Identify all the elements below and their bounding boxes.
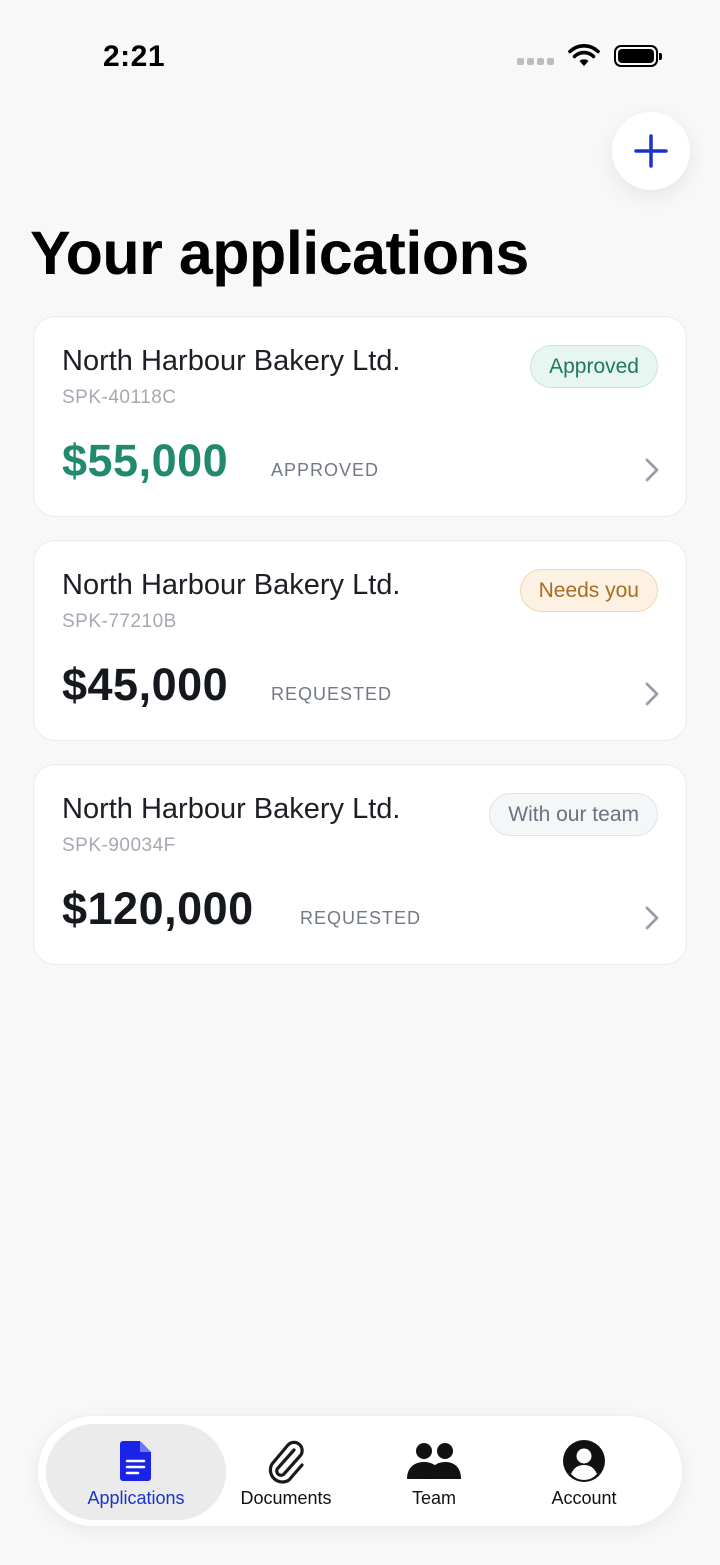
- paperclip-icon: [264, 1438, 308, 1484]
- business-name: North Harbour Bakery Ltd.: [62, 569, 401, 601]
- status-badge: Needs you: [519, 569, 658, 612]
- bottom-tab-bar: Applications Documents Team Account: [37, 1415, 683, 1527]
- business-name: North Harbour Bakery Ltd.: [62, 793, 401, 825]
- tab-label: Documents: [240, 1488, 332, 1508]
- application-reference: SPK-77210B: [62, 611, 177, 632]
- chevron-right-icon: [645, 906, 659, 930]
- cellular-signal-icon: [517, 57, 554, 65]
- status-time: 2:21: [103, 40, 166, 73]
- application-card[interactable]: North Harbour Bakery Ltd. SPK-40118C App…: [33, 316, 687, 517]
- amount: $55,000: [62, 435, 229, 486]
- amount-label: APPROVED: [271, 460, 380, 480]
- tab-account[interactable]: Account: [494, 1424, 674, 1520]
- tab-label: Account: [551, 1488, 617, 1508]
- tab-label: Team: [411, 1488, 456, 1508]
- status-badge: Approved: [530, 345, 658, 388]
- status-indicators: [517, 44, 662, 68]
- account-icon: [562, 1438, 606, 1484]
- add-application-button[interactable]: [612, 112, 690, 190]
- document-icon: [118, 1438, 154, 1484]
- amount-label: REQUESTED: [271, 684, 393, 704]
- battery-icon: [614, 45, 662, 67]
- business-name: North Harbour Bakery Ltd.: [62, 345, 401, 377]
- wifi-icon: [568, 44, 600, 66]
- chevron-right-icon: [645, 458, 659, 482]
- people-icon: [405, 1438, 463, 1484]
- application-reference: SPK-90034F: [62, 835, 176, 856]
- tab-label: Applications: [87, 1488, 185, 1508]
- application-reference: SPK-40118C: [62, 387, 177, 408]
- amount-label: REQUESTED: [300, 908, 422, 928]
- applications-screen: 2:21 Your applications North Harbour Bak…: [0, 0, 720, 1565]
- amount: $120,000: [62, 883, 254, 934]
- page-title: Your applications: [30, 219, 529, 287]
- application-card[interactable]: North Harbour Bakery Ltd. SPK-77210B Nee…: [33, 540, 687, 741]
- amount: $45,000: [62, 659, 229, 710]
- status-badge: With our team: [489, 793, 658, 836]
- application-card[interactable]: North Harbour Bakery Ltd. SPK-90034F Wit…: [33, 764, 687, 965]
- plus-icon: [634, 134, 668, 168]
- chevron-right-icon: [645, 682, 659, 706]
